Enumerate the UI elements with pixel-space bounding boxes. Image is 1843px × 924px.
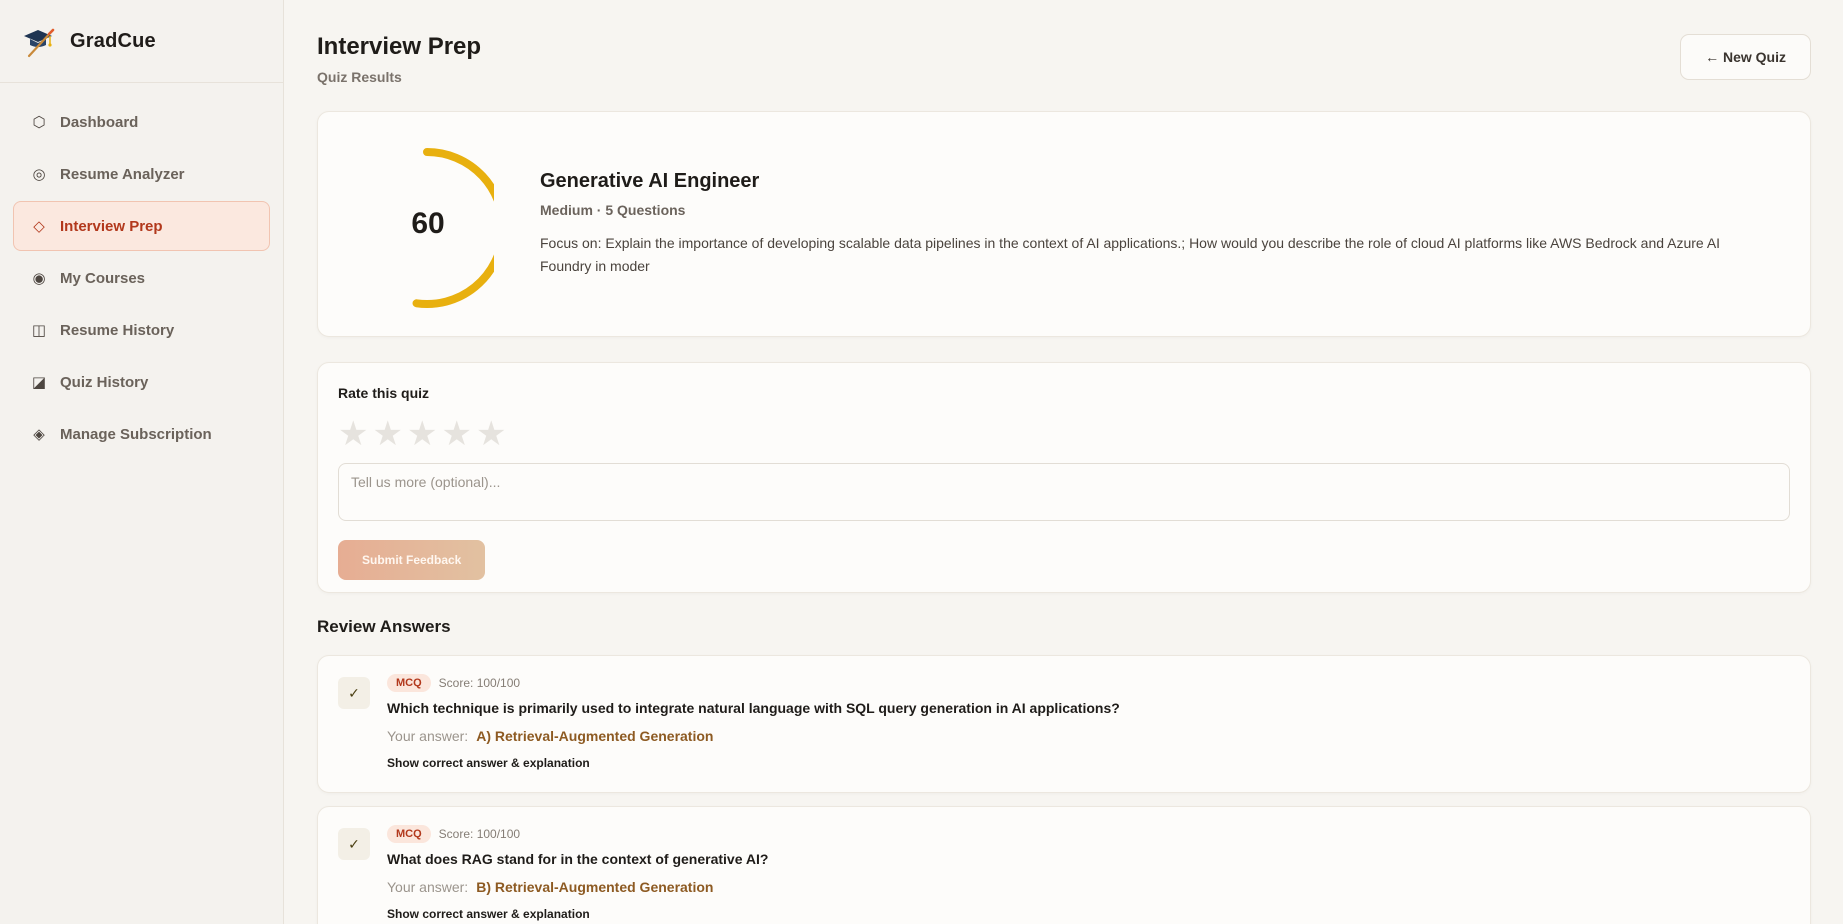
review-section-title: Review Answers (317, 617, 451, 636)
circle-dot-icon: ◉ (32, 270, 46, 287)
sidebar-item-resume-analyzer[interactable]: ◎ Resume Analyzer (13, 149, 270, 199)
quiz-role-title: Generative AI Engineer (540, 170, 760, 192)
brand-name: GradCue (70, 29, 156, 52)
review-top: MCQ Score: 100/100 (387, 825, 768, 843)
question-score: Score: 100/100 (438, 676, 521, 690)
star-5-icon[interactable]: ★ (476, 417, 506, 451)
app: GradCue ⬡ Dashboard ◎ Resume Analyzer ◇ Inter… (0, 0, 1843, 924)
page-heading: Interview Prep Quiz Results (317, 32, 481, 85)
score-card: 60 Generative AI Engineer Medium · 5 Que… (317, 111, 1811, 337)
star-3-icon[interactable]: ★ (407, 417, 437, 451)
question-type-badge: MCQ (387, 674, 431, 692)
score-gauge: 60 (378, 139, 494, 309)
rating-title: Rate this quiz (338, 385, 430, 401)
sidebar-item-label: My Courses (60, 269, 146, 287)
columns-icon: ◫ (31, 322, 47, 339)
rating-card: Rate this quiz ★★★★★ Submit Feedback (317, 362, 1811, 593)
score-info: Generative AI Engineer Medium · 5 Questi… (540, 170, 1774, 278)
score-value: 60 (411, 207, 445, 240)
sidebar-item-interview-prep[interactable]: ◇ Interview Prep (13, 201, 270, 251)
hexagon-icon: ⬡ (32, 114, 46, 131)
star-rating: ★ ★ ★ ★ ★ (338, 417, 1790, 451)
star-4-icon[interactable]: ★ (441, 417, 471, 451)
answer-label: Your answer: (387, 728, 469, 744)
show-answer-link[interactable]: Show correct answer & explanation (387, 907, 768, 921)
sidebar-item-label: Interview Prep (60, 217, 163, 235)
review-body: MCQ Score: 100/100 What does RAG stand for… (387, 825, 768, 921)
page-header: Interview Prep Quiz Results ← New Quiz (317, 32, 1811, 85)
sidebar: GradCue ⬡ Dashboard ◎ Resume Analyzer ◇ Inter… (0, 0, 284, 924)
new-quiz-button[interactable]: ← New Quiz (1680, 34, 1811, 80)
quiz-meta: Medium · 5 Questions (540, 202, 686, 218)
graduation-cap-icon (24, 28, 55, 58)
sidebar-item-dashboard[interactable]: ⬡ Dashboard (13, 97, 270, 147)
answer-row: Your answer: A) Retrieval-Augmented Gener… (387, 728, 1120, 744)
answer-value: A) Retrieval-Augmented Generation (476, 728, 714, 744)
page-subtitle: Quiz Results (317, 69, 402, 85)
brand[interactable]: GradCue (0, 0, 283, 83)
question-type-badge: MCQ (387, 825, 431, 843)
star-1-icon[interactable]: ★ (338, 417, 368, 451)
sidebar-item-label: Resume History (60, 321, 175, 339)
submit-feedback-button[interactable]: Submit Feedback (338, 540, 486, 580)
feedback-input[interactable] (338, 463, 1790, 521)
target-icon: ◎ (32, 166, 46, 183)
sidebar-item-label: Quiz History (60, 373, 149, 391)
answer-value: B) Retrieval-Augmented Generation (476, 879, 714, 895)
review-top: MCQ Score: 100/100 (387, 674, 1120, 692)
question-text: Which technique is primarily used to int… (387, 700, 1120, 716)
check-icon: ✓ (338, 677, 370, 709)
sidebar-item-quiz-history[interactable]: ◪ Quiz History (13, 357, 270, 407)
page-title: Interview Prep (317, 33, 482, 60)
sidebar-item-resume-history[interactable]: ◫ Resume History (13, 305, 270, 355)
sidebar-item-manage-subscription[interactable]: ◈ Manage Subscription (13, 409, 270, 459)
question-score: Score: 100/100 (438, 827, 521, 841)
sidebar-item-my-courses[interactable]: ◉ My Courses (13, 253, 270, 303)
sidebar-item-label: Dashboard (60, 113, 139, 131)
review-item: ✓ MCQ Score: 100/100 What does RAG stand fo… (317, 806, 1811, 924)
diamond-icon: ◇ (33, 218, 45, 235)
review-list: ✓ MCQ Score: 100/100 Which technique is pri… (317, 655, 1811, 924)
answer-label: Your answer: (387, 879, 469, 895)
answer-row: Your answer: B) Retrieval-Augmented Gener… (387, 879, 768, 895)
main-content: Interview Prep Quiz Results ← New Quiz 6… (284, 0, 1843, 924)
sidebar-item-label: Manage Subscription (60, 425, 212, 443)
quiz-focus-text: Focus on: Explain the importance of deve… (540, 235, 1721, 274)
sidebar-nav: ⬡ Dashboard ◎ Resume Analyzer ◇ Interview Pre… (0, 83, 283, 475)
square-half-icon: ◪ (31, 374, 47, 391)
diamond-filled-icon: ◈ (33, 426, 45, 443)
check-icon: ✓ (338, 828, 370, 860)
show-answer-link[interactable]: Show correct answer & explanation (387, 756, 1120, 770)
sidebar-item-label: Resume Analyzer (60, 165, 185, 183)
question-text: What does RAG stand for in the context o… (387, 851, 769, 867)
review-item: ✓ MCQ Score: 100/100 Which technique is pri… (317, 655, 1811, 793)
star-2-icon[interactable]: ★ (372, 417, 402, 451)
review-body: MCQ Score: 100/100 Which technique is prim… (387, 674, 1120, 770)
